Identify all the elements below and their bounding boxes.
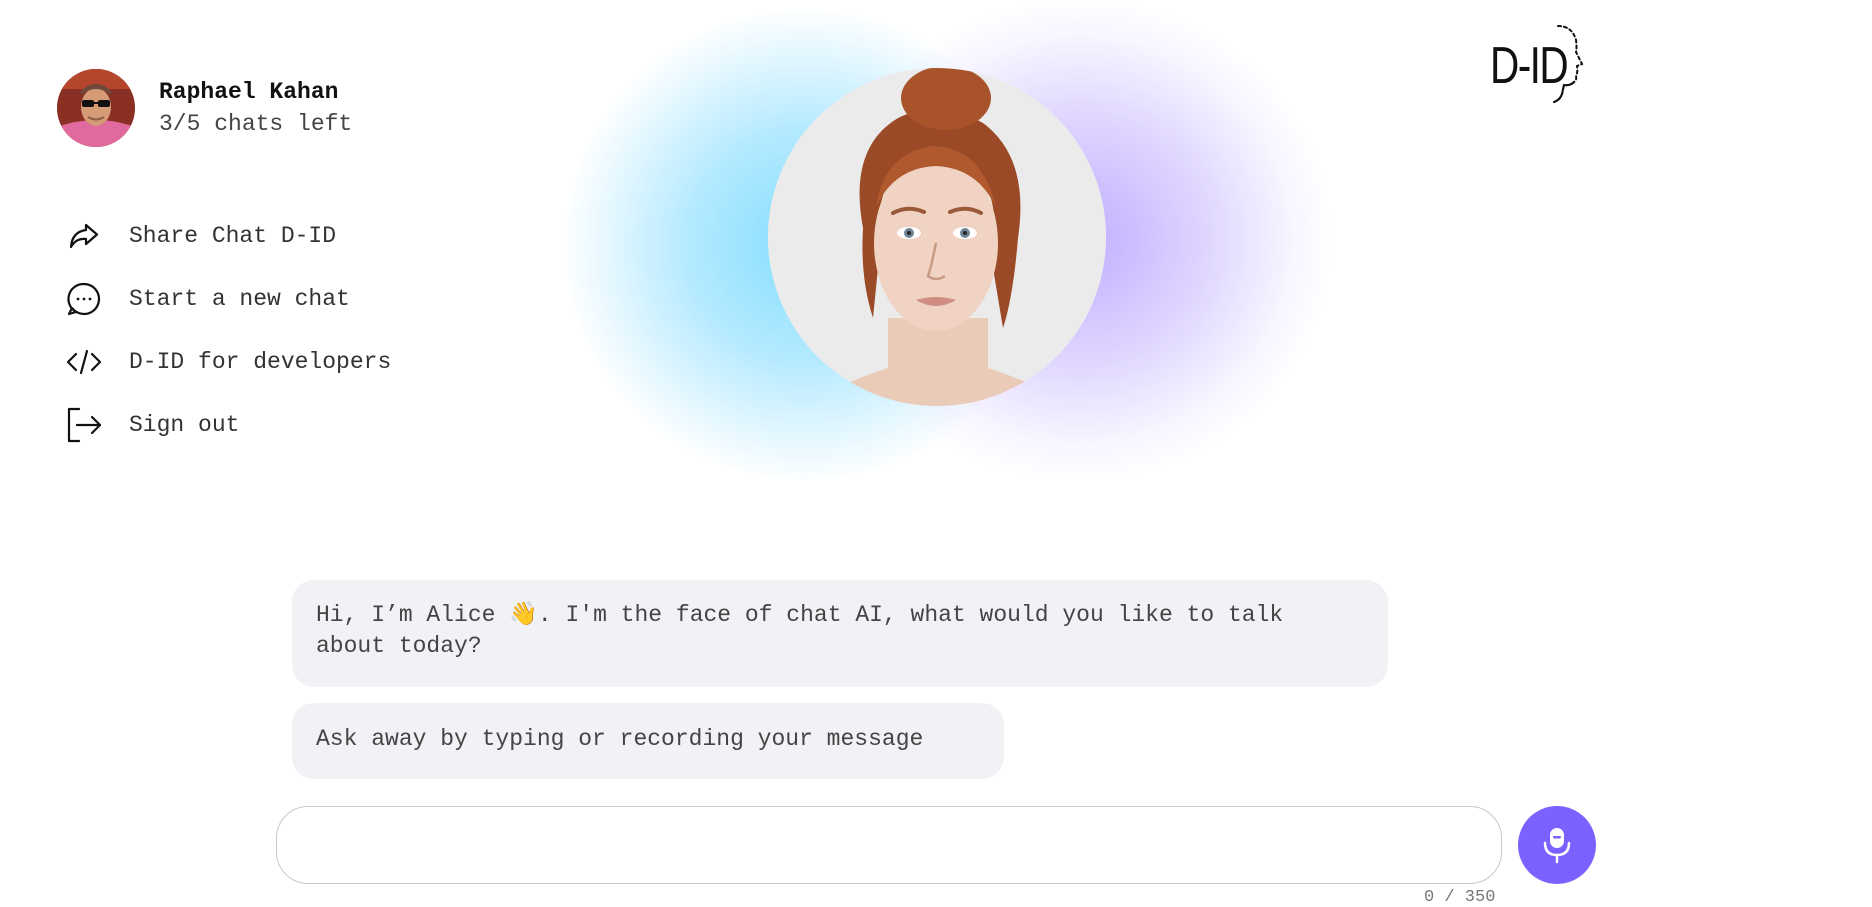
alice-avatar-portrait [768, 68, 1106, 406]
chat-input-container [276, 806, 1502, 884]
sign-out-icon [64, 405, 104, 445]
microphone-icon [1543, 828, 1571, 864]
head-profile-icon [1553, 25, 1584, 103]
assistant-prompt-message: Ask away by typing or recording your mes… [292, 703, 1004, 779]
sidebar-menu: Share Chat D-ID Start a new chat D-ID fo… [64, 204, 391, 456]
chat-page: Raphael Kahan 3/5 chats left Share Chat … [0, 0, 1872, 907]
share-chat-label: Share Chat D-ID [129, 222, 337, 249]
user-name: Raphael Kahan [159, 79, 339, 105]
record-button[interactable] [1518, 806, 1596, 884]
code-icon [64, 342, 104, 382]
sign-out-label: Sign out [129, 411, 240, 438]
share-chat-link[interactable]: Share Chat D-ID [64, 204, 391, 267]
chat-bubble-icon [64, 279, 104, 319]
chats-left-label: 3/5 chats left [159, 111, 353, 137]
developers-link[interactable]: D-ID for developers [64, 330, 391, 393]
sign-out-link[interactable]: Sign out [64, 393, 391, 456]
d-id-logo[interactable]: D-ID [1490, 22, 1590, 104]
assistant-message: Hi, I’m Alice 👋. I'm the face of chat AI… [292, 580, 1388, 687]
chat-input[interactable] [277, 807, 1501, 883]
avatar [57, 69, 135, 147]
new-chat-label: Start a new chat [129, 285, 350, 312]
developers-label: D-ID for developers [129, 348, 392, 375]
character-counter: 0 / 350 [1424, 888, 1496, 907]
share-arrow-icon [64, 216, 104, 256]
new-chat-link[interactable]: Start a new chat [64, 267, 391, 330]
avatar-photo [57, 69, 135, 147]
user-profile: Raphael Kahan 3/5 chats left [57, 69, 352, 147]
alice-face [768, 68, 1106, 406]
